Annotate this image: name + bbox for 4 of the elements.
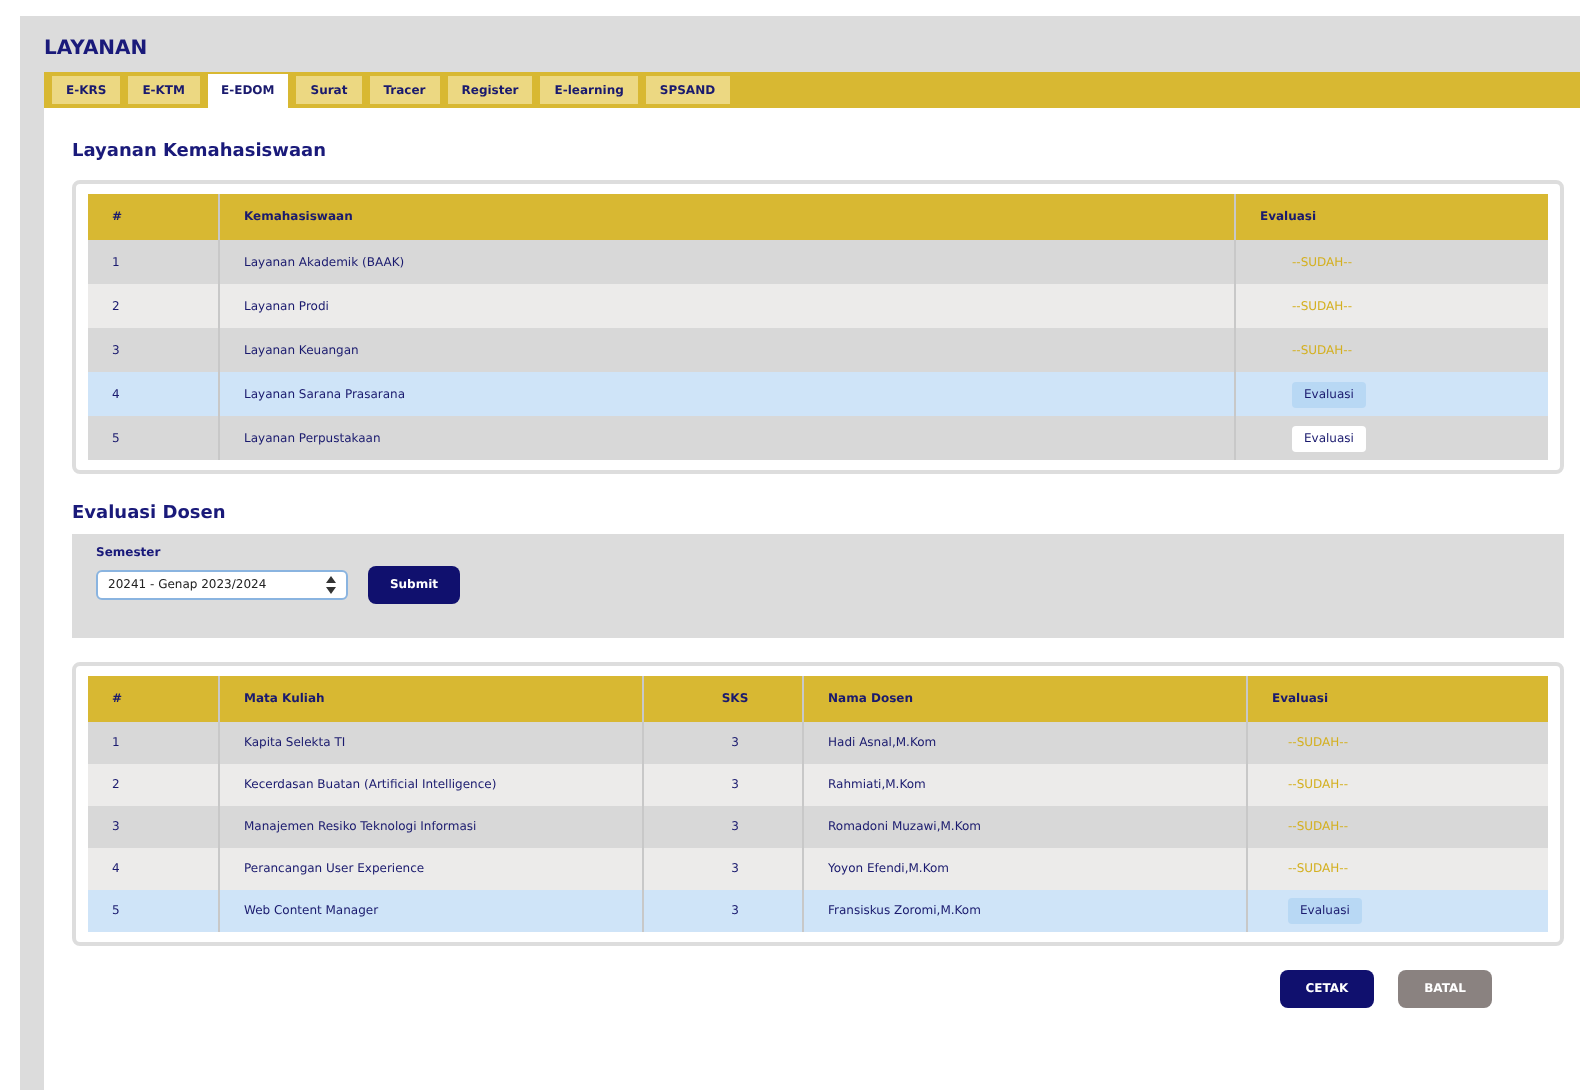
- updown-icon: [326, 576, 336, 594]
- section-title: Evaluasi Dosen: [72, 502, 228, 528]
- section-title: Layanan Kemahasiswaan: [72, 140, 329, 166]
- page-title: LAYANAN: [44, 35, 150, 63]
